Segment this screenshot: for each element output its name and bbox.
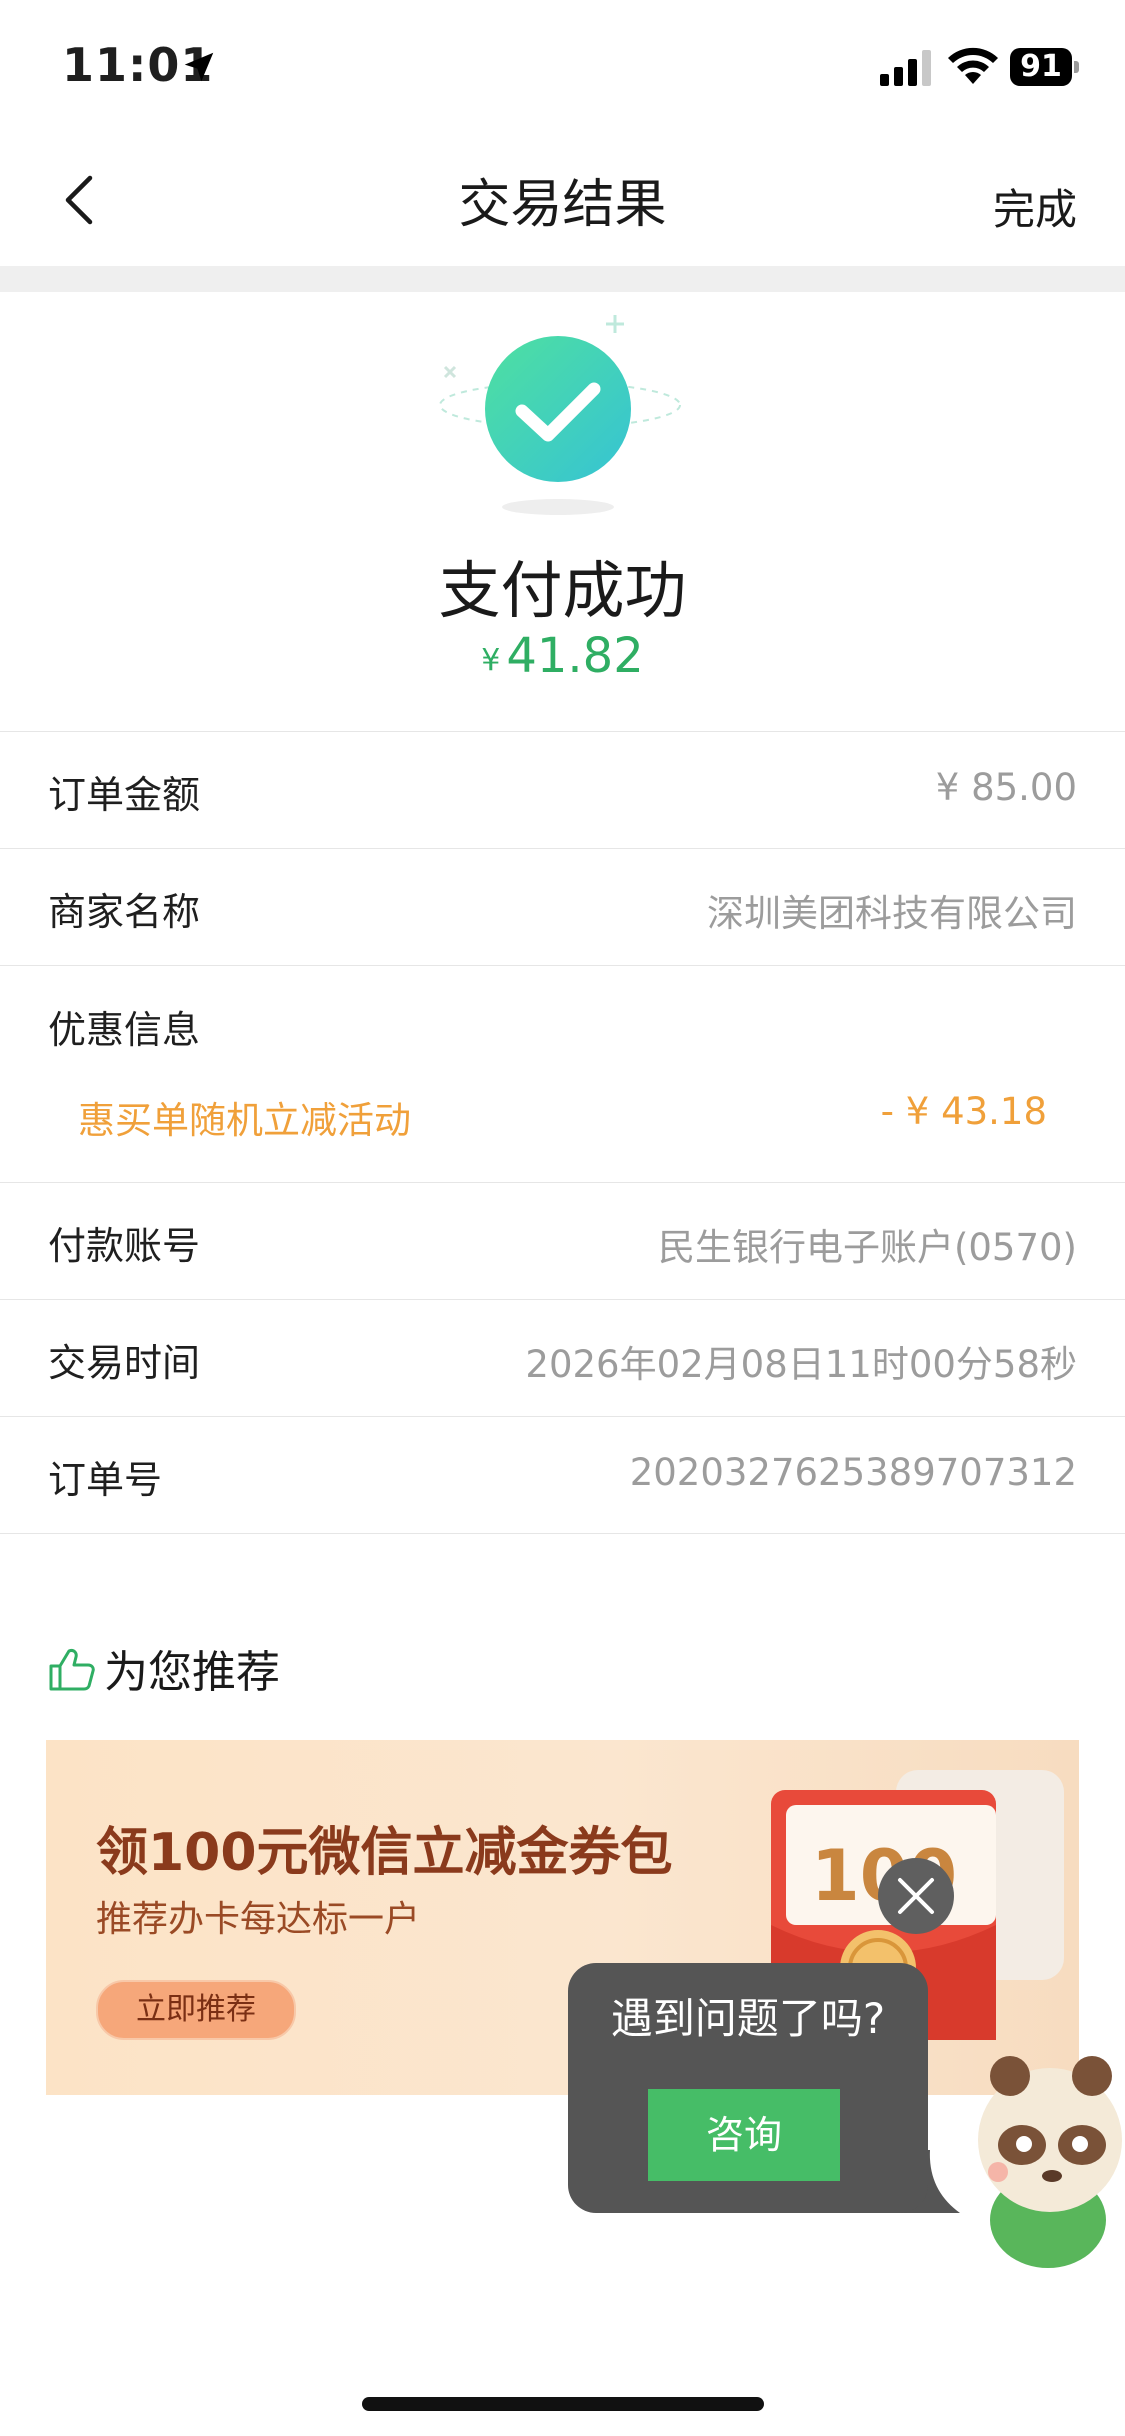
paid-amount: ¥41.82 xyxy=(0,628,1125,684)
divider xyxy=(0,731,1125,732)
home-indicator xyxy=(362,2397,764,2411)
paid-amount-value: 41.82 xyxy=(506,628,644,684)
status-bar: 11:01 91 xyxy=(0,0,1125,140)
panda-mascot-icon[interactable] xyxy=(970,2040,1125,2270)
location-arrow-icon xyxy=(184,52,214,82)
merchant-value: 深圳美团科技有限公司 xyxy=(707,892,1077,935)
divider xyxy=(0,965,1125,966)
banner-title: 领100元微信立减金券包 xyxy=(96,1823,673,1883)
discount-name: 惠买单随机立减活动 xyxy=(78,1099,411,1142)
thumbs-up-icon xyxy=(49,1649,95,1691)
page-title: 交易结果 xyxy=(458,175,667,235)
close-icon[interactable] xyxy=(876,1856,956,1936)
wifi-icon xyxy=(948,47,998,84)
section-separator xyxy=(0,266,1125,292)
divider xyxy=(0,1299,1125,1300)
divider xyxy=(0,1416,1125,1417)
merchant-label: 商家名称 xyxy=(48,890,201,934)
currency-symbol: ¥ xyxy=(481,643,501,678)
banner-subtitle: 推荐办卡每达标一户 xyxy=(96,1899,421,1940)
done-button[interactable]: 完成 xyxy=(993,176,1077,237)
recommend-title: 为您推荐 xyxy=(104,1647,280,1698)
divider xyxy=(0,848,1125,849)
battery-level: 91 xyxy=(1010,48,1072,86)
transaction-time-value: 2026年02月08日11时00分58秒 xyxy=(525,1343,1077,1386)
transaction-time-label: 交易时间 xyxy=(48,1341,201,1385)
payment-status-title: 支付成功 xyxy=(438,554,687,627)
help-bubble: 遇到问题了吗? 咨询 xyxy=(568,1963,928,2213)
discount-value: - ¥ 43.18 xyxy=(880,1090,1047,1133)
consult-button[interactable]: 咨询 xyxy=(648,2089,840,2181)
order-amount-label: 订单金额 xyxy=(48,773,201,817)
discount-label: 优惠信息 xyxy=(48,1008,201,1052)
divider xyxy=(0,1182,1125,1183)
order-number-value: 2020327625389707312 xyxy=(629,1451,1077,1494)
success-check-icon xyxy=(439,315,681,515)
nav-bar: 交易结果 完成 xyxy=(0,140,1125,266)
order-amount-value: ¥ 85.00 xyxy=(935,766,1077,809)
account-label: 付款账号 xyxy=(48,1224,201,1268)
account-value: 民生银行电子账户(0570) xyxy=(657,1226,1077,1269)
back-chevron-icon[interactable] xyxy=(52,170,112,230)
recommend-now-button[interactable]: 立即推荐 xyxy=(96,1980,296,2040)
help-question: 遇到问题了吗? xyxy=(610,1994,886,2043)
divider xyxy=(0,1533,1125,1534)
battery-indicator: 91 xyxy=(1010,48,1080,86)
order-number-label: 订单号 xyxy=(48,1458,163,1502)
battery-tip xyxy=(1074,61,1079,73)
cellular-signal-icon xyxy=(880,50,931,86)
